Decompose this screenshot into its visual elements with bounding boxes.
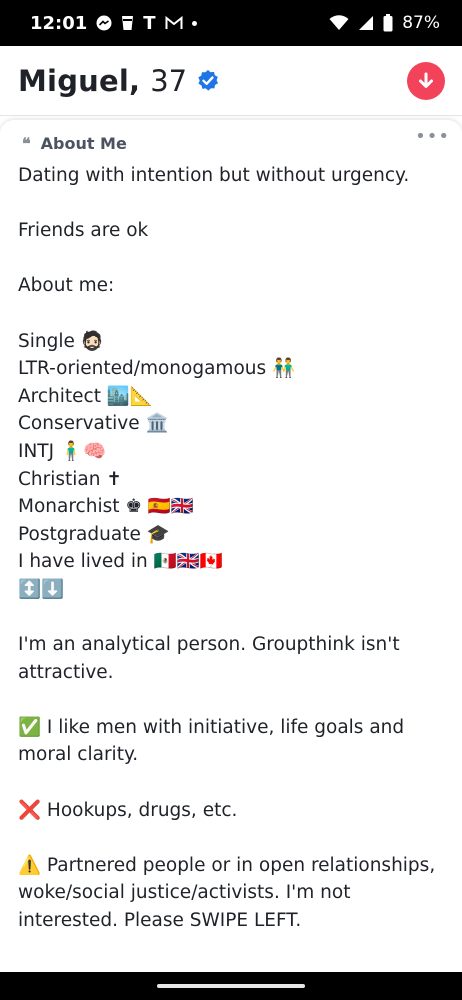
section-header: ❝ About Me bbox=[22, 134, 444, 153]
signal-icon bbox=[358, 15, 374, 31]
gmail-icon bbox=[165, 16, 183, 30]
arrow-down-icon bbox=[419, 72, 433, 88]
verified-badge-icon[interactable] bbox=[196, 69, 220, 93]
battery-icon bbox=[383, 14, 393, 32]
more-options-icon[interactable]: ••• bbox=[415, 126, 450, 147]
about-me-card: ••• ❝ About Me Dating with intention but… bbox=[0, 120, 462, 972]
clock: 12:01 bbox=[30, 12, 88, 34]
gesture-nav-bar bbox=[0, 972, 462, 1000]
wifi-icon bbox=[329, 15, 349, 31]
collapse-profile-button[interactable] bbox=[407, 62, 445, 100]
home-handle[interactable] bbox=[157, 984, 305, 988]
section-title: About Me bbox=[40, 134, 127, 153]
bio-text: Dating with intention but without urgenc… bbox=[18, 165, 436, 932]
quote-icon: ❝ bbox=[22, 134, 31, 153]
status-bar: 12:01 T 87% bbox=[0, 0, 462, 46]
notification-dot bbox=[191, 20, 197, 26]
profile-name: Miguel, bbox=[18, 63, 141, 98]
messenger-icon bbox=[96, 15, 112, 31]
cup-icon bbox=[121, 15, 134, 31]
t-icon: T bbox=[143, 12, 156, 34]
profile-age: 37 bbox=[150, 63, 188, 98]
profile-header: Miguel, 37 bbox=[0, 46, 462, 116]
battery-percent: 87% bbox=[402, 13, 440, 33]
